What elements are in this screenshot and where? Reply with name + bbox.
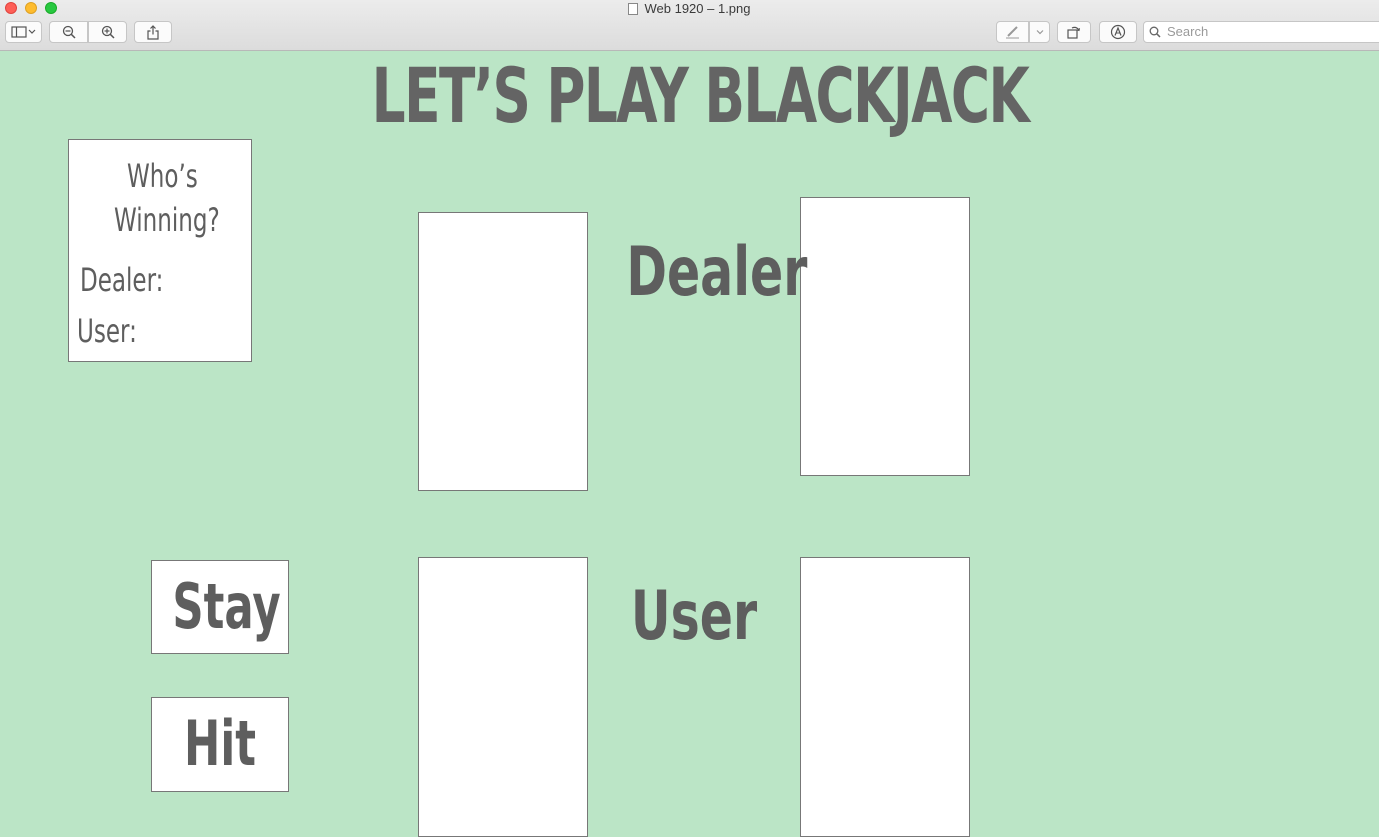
share-button[interactable] (134, 21, 172, 43)
hit-button[interactable]: Hit (151, 697, 289, 792)
chevron-down-icon (1036, 30, 1043, 35)
hit-button-label: Hit (184, 707, 256, 780)
dealer-card-1 (418, 212, 588, 491)
zoom-in-button[interactable] (88, 21, 127, 43)
annotate-button[interactable] (1099, 21, 1137, 43)
stay-button[interactable]: Stay (151, 560, 289, 654)
score-panel-title-line1: Who’s (127, 157, 198, 195)
zoom-in-icon (101, 25, 115, 39)
dealer-card-2 (800, 197, 970, 476)
search-input[interactable]: Search (1143, 21, 1379, 43)
dealer-score-label: Dealer: (80, 261, 164, 299)
markup-pen-button[interactable] (996, 21, 1029, 43)
sidebar-icon (10, 26, 35, 38)
user-label: User (630, 577, 758, 656)
share-icon (147, 24, 159, 40)
zoom-out-button[interactable] (49, 21, 88, 43)
score-panel: Who’s Winning? Dealer: User: (68, 139, 252, 362)
sidebar-toggle-button[interactable] (5, 21, 42, 43)
user-card-1 (418, 557, 588, 837)
search-icon (1149, 26, 1161, 38)
zoom-out-icon (62, 25, 76, 39)
window-titlebar: Web 1920 – 1.png Search (0, 0, 1379, 51)
window-title: Web 1920 – 1.png (0, 0, 1379, 17)
annotate-icon (1110, 24, 1126, 40)
markup-menu-button[interactable] (1029, 21, 1050, 43)
dealer-label: Dealer (626, 233, 808, 312)
stay-button-label: Stay (172, 570, 281, 643)
markup-pen-icon (1005, 26, 1019, 39)
score-panel-title-line2: Winning? (114, 201, 220, 239)
user-card-2 (800, 557, 970, 837)
rotate-button[interactable] (1057, 21, 1091, 43)
search-placeholder: Search (1167, 24, 1209, 39)
document-icon (628, 3, 639, 15)
rotate-icon (1067, 26, 1081, 39)
user-score-label: User: (77, 312, 137, 350)
window-title-text: Web 1920 – 1.png (644, 1, 751, 16)
page-title: LET’S PLAY BLACKJACK (371, 51, 1030, 140)
